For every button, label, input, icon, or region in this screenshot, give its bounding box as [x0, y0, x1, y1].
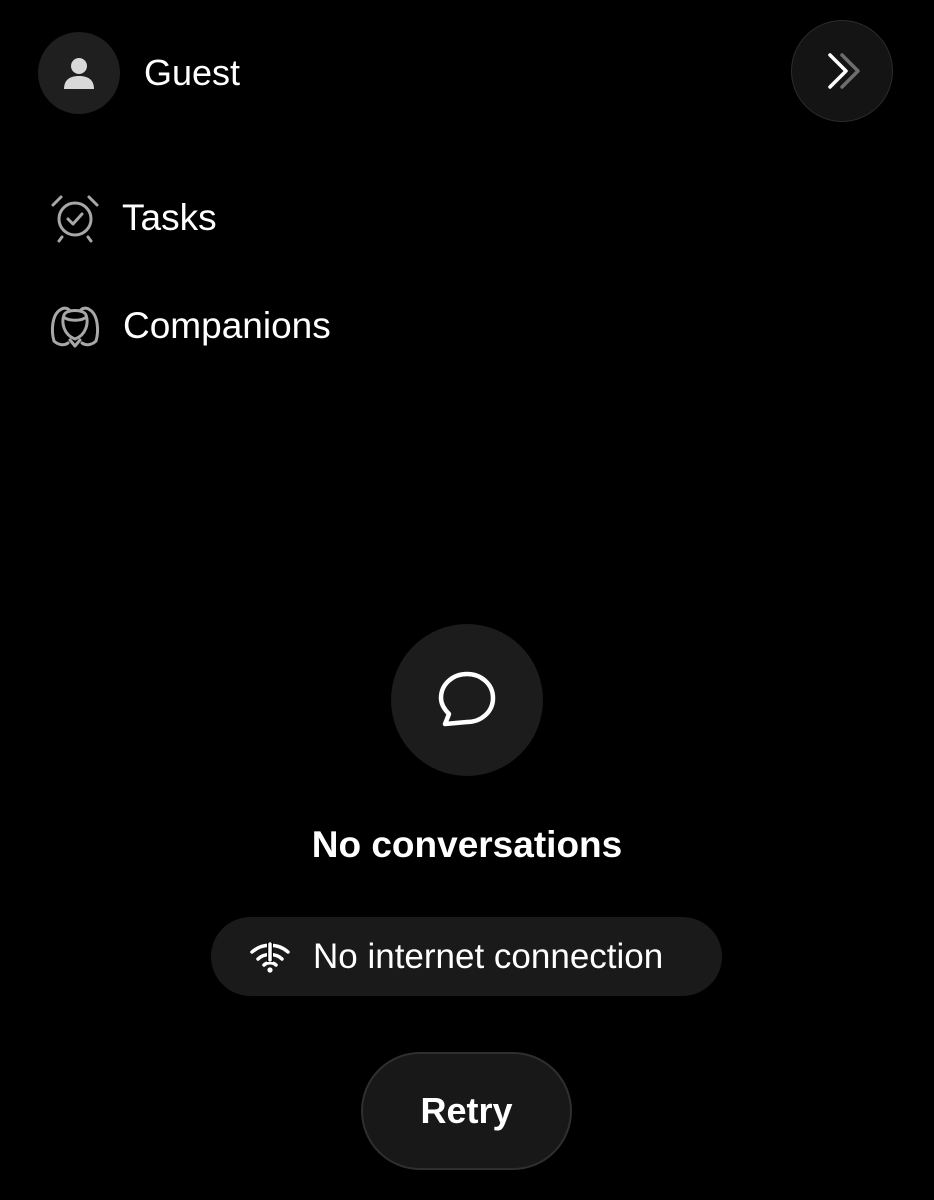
connection-status-banner: No internet connection	[211, 917, 722, 996]
double-chevron-right-icon	[828, 53, 860, 89]
person-icon	[64, 58, 94, 89]
empty-state-title: No conversations	[311, 824, 623, 865]
username-label[interactable]: Guest	[144, 52, 240, 94]
wifi-off-icon	[250, 941, 290, 973]
empty-state-badge	[391, 624, 543, 776]
avatar[interactable]	[38, 32, 120, 114]
chat-bubble-icon	[438, 671, 496, 727]
expand-sidebar-button[interactable]	[791, 20, 893, 122]
sidebar-header: Guest	[0, 0, 934, 150]
nav-item-label: Companions	[123, 305, 331, 346]
nav-item-label: Tasks	[122, 197, 217, 238]
retry-button[interactable]: Retry	[361, 1052, 572, 1170]
nav-item-companions[interactable]: Companions	[48, 296, 331, 356]
connection-status-text: No internet connection	[313, 936, 664, 976]
companions-icon	[48, 299, 102, 353]
alarm-check-icon	[48, 191, 102, 245]
nav-item-tasks[interactable]: Tasks	[48, 188, 217, 248]
